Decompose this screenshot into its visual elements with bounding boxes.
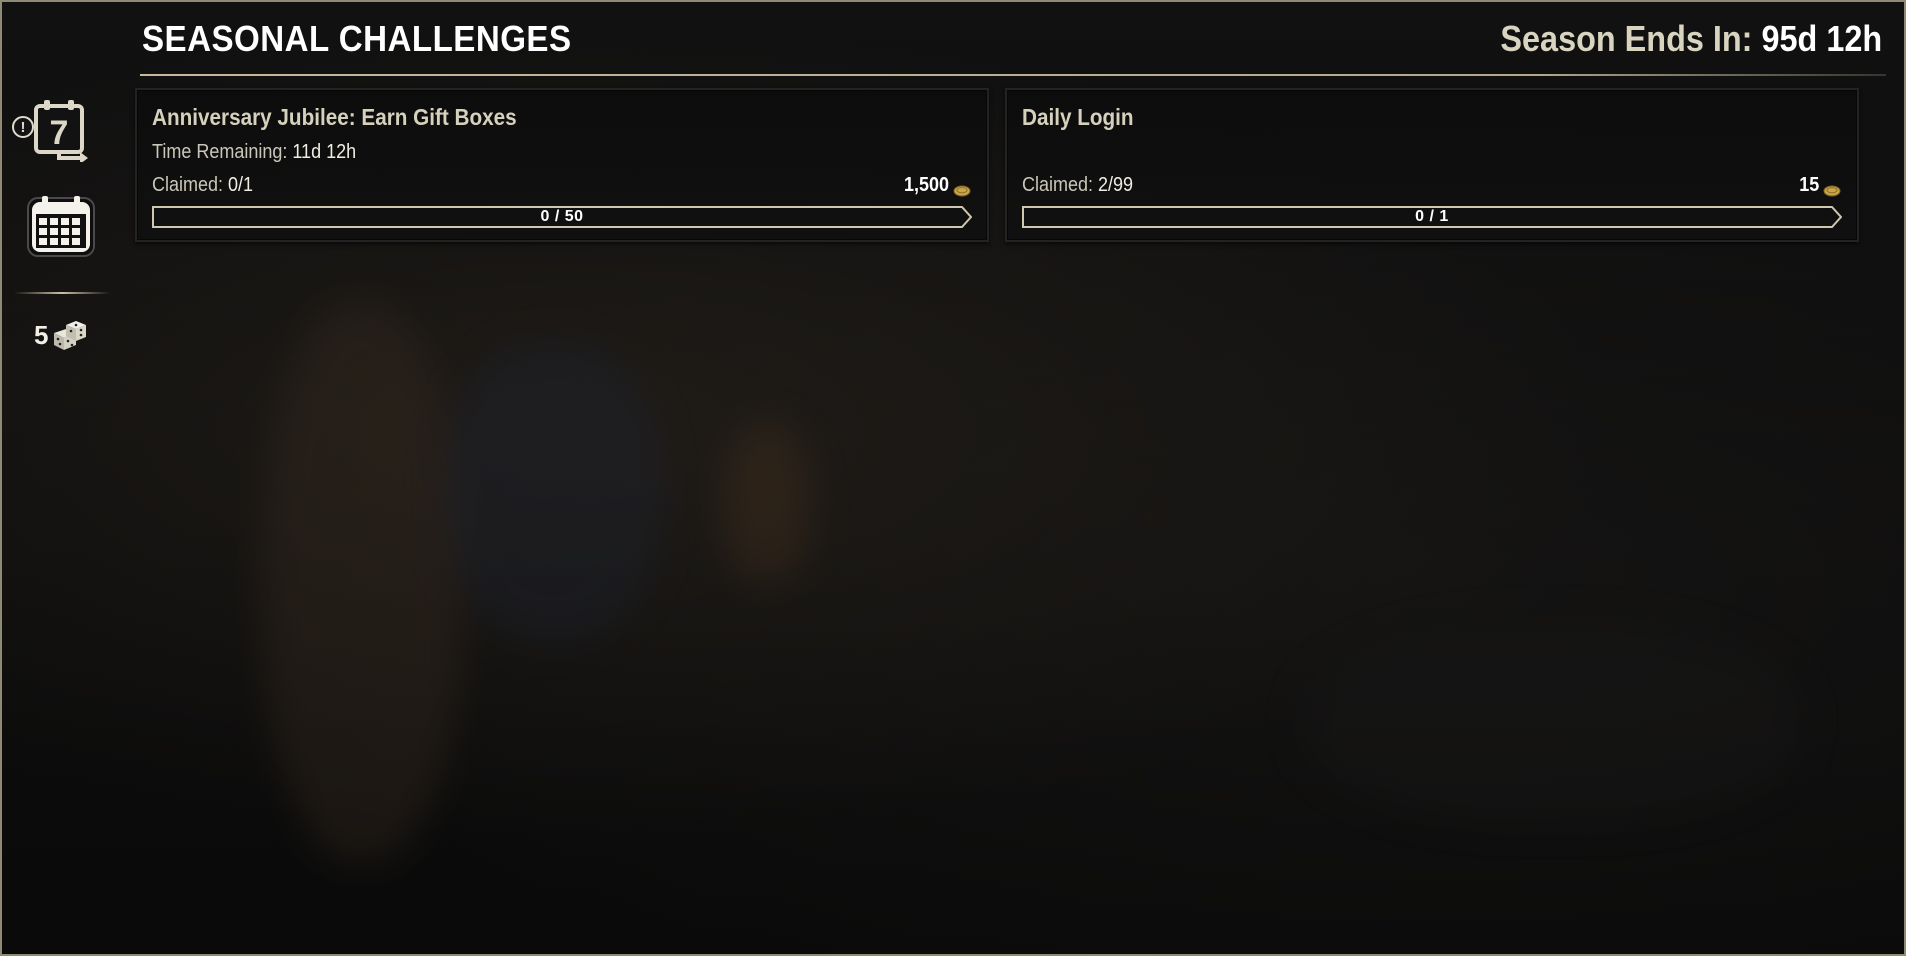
weekly-icon-number: 7	[50, 114, 69, 152]
claimed-count: Claimed: 2/99	[1022, 174, 1133, 197]
background-figure	[722, 422, 812, 582]
gold-coin-icon	[1823, 180, 1841, 196]
background-figure	[262, 302, 462, 862]
reward: 15	[1797, 174, 1841, 197]
left-rail: ! 7 5	[2, 2, 120, 954]
gold-coin-icon	[953, 180, 971, 196]
dice-count: 5	[34, 320, 49, 350]
calendar-icon[interactable]	[26, 194, 96, 258]
progress-bar: 0 / 1	[1022, 206, 1842, 228]
header-divider	[140, 74, 1886, 76]
rail-divider	[14, 292, 110, 294]
season-timer-value: 95d 12h	[1761, 18, 1882, 59]
reward-amount: 1,500	[903, 174, 949, 196]
claimed-label: Claimed:	[152, 174, 224, 196]
time-remaining-label: Time Remaining:	[152, 141, 288, 163]
challenge-tile[interactable]: Daily Login Claimed: 2/99 15 0 / 1	[1005, 88, 1859, 242]
claimed-count: Claimed: 0/1	[152, 174, 253, 197]
background-figure	[442, 342, 662, 642]
progress-text: 0 / 50	[540, 208, 584, 225]
challenge-tile[interactable]: Anniversary Jubilee: Earn Gift Boxes Tim…	[135, 88, 989, 242]
background-figure	[1302, 622, 1802, 822]
season-timer: Season Ends In: 95d 12h	[1500, 18, 1882, 60]
page-title: SEASONAL CHALLENGES	[142, 18, 572, 59]
season-timer-label: Season Ends In:	[1500, 18, 1753, 59]
time-remaining: Time Remaining: 11d 12h	[152, 141, 356, 164]
claimed-value: 0/1	[228, 174, 254, 196]
time-remaining-value: 11d 12h	[292, 141, 357, 163]
weekly-challenges-icon[interactable]: 7	[32, 98, 96, 164]
dice-icon[interactable]	[52, 319, 88, 351]
reward: 1,500	[899, 174, 971, 197]
challenge-name: Daily Login	[1022, 104, 1134, 130]
progress-text: 0 / 1	[1415, 208, 1449, 225]
claimed-label: Claimed:	[1022, 174, 1094, 196]
progress-bar: 0 / 50	[152, 206, 972, 228]
claimed-value: 2/99	[1098, 174, 1134, 196]
reward-amount: 15	[1798, 174, 1819, 196]
seasonal-challenges-window: ! 7 5 SEASONAL CHALLENGES Season Ends In…	[0, 0, 1906, 956]
alert-icon: !	[12, 116, 34, 138]
challenge-name: Anniversary Jubilee: Earn Gift Boxes	[152, 104, 517, 130]
